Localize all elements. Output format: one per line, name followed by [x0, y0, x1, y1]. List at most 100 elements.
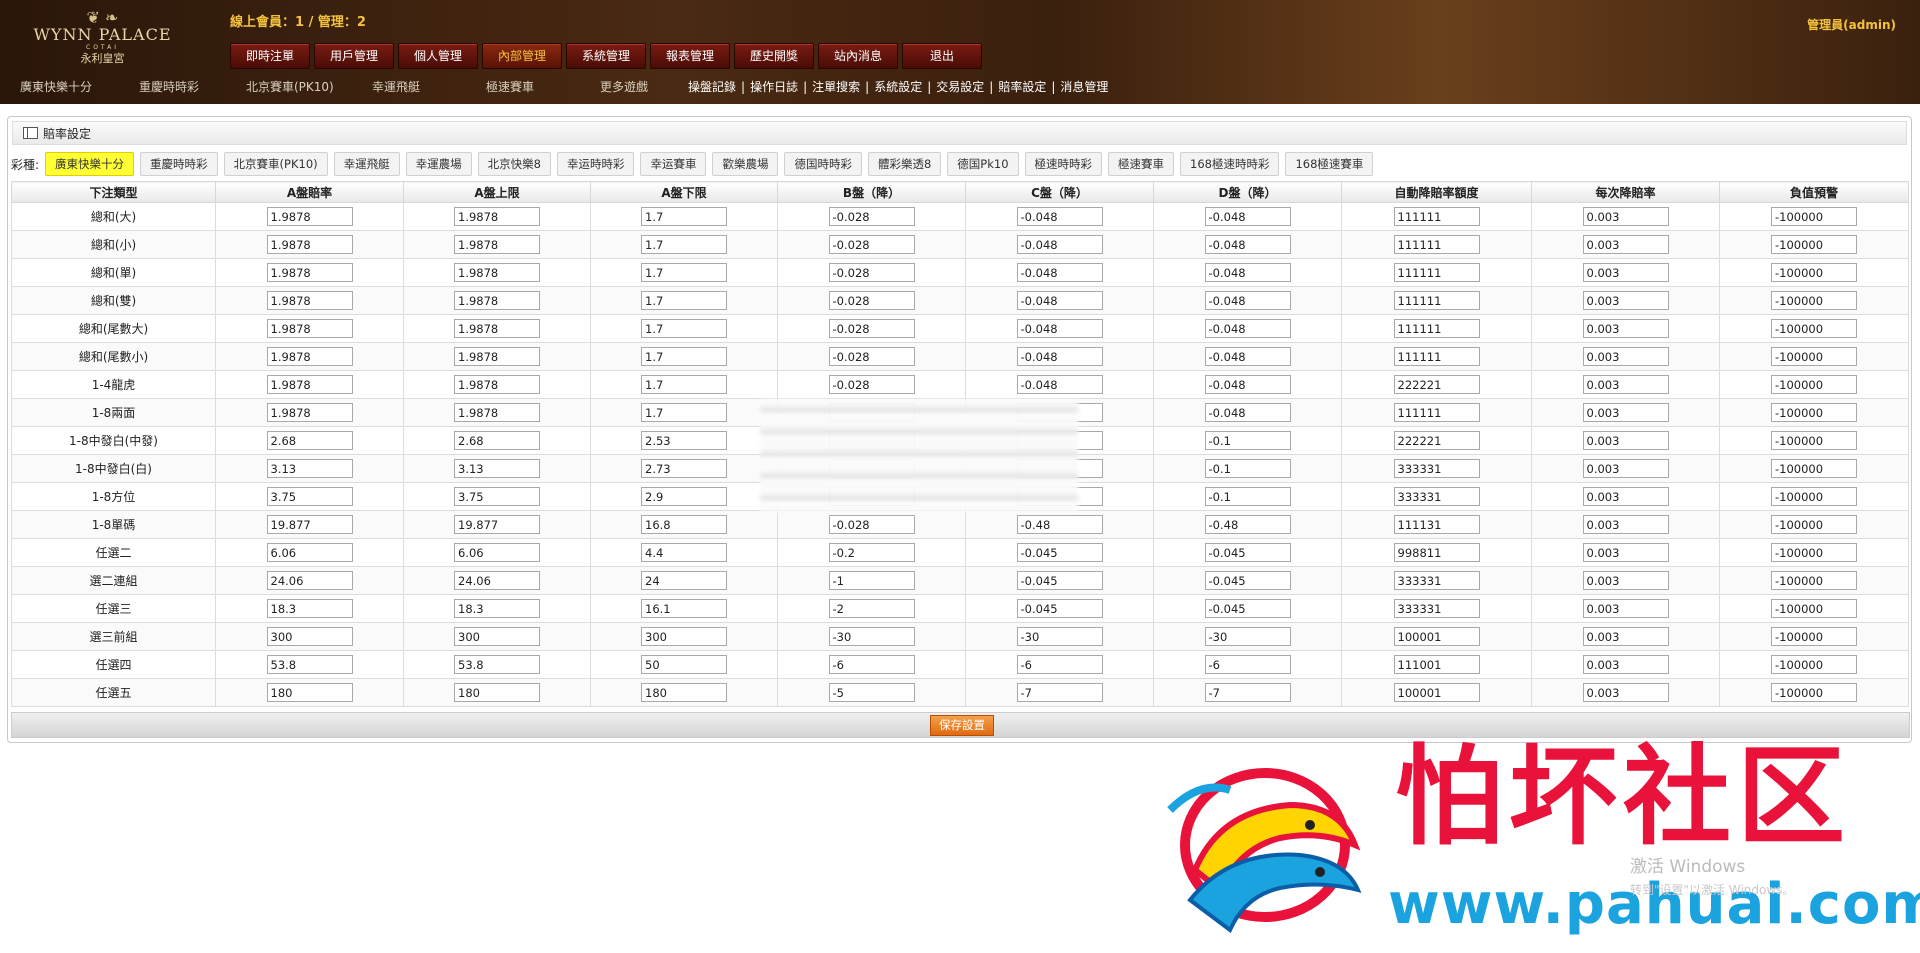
- odds-input[interactable]: [1204, 291, 1291, 310]
- odds-input[interactable]: [266, 543, 353, 562]
- odds-input[interactable]: [1204, 403, 1291, 422]
- odds-input[interactable]: [1204, 515, 1291, 534]
- odds-input[interactable]: [1582, 431, 1669, 450]
- odds-input[interactable]: [641, 459, 727, 478]
- nav-user-mgmt[interactable]: 用戶管理: [314, 43, 394, 69]
- game-link-gd-happy10[interactable]: 廣東快樂十分: [20, 78, 92, 95]
- odds-input[interactable]: [828, 655, 915, 674]
- odds-input[interactable]: [454, 515, 540, 534]
- odds-input[interactable]: [1016, 291, 1103, 310]
- odds-input[interactable]: [1771, 263, 1857, 282]
- odds-input[interactable]: [641, 431, 727, 450]
- lottery-tab[interactable]: 體彩樂透8: [867, 152, 942, 176]
- odds-input[interactable]: [1393, 571, 1480, 590]
- odds-input[interactable]: [1393, 291, 1480, 310]
- lottery-tab[interactable]: 幸運農場: [405, 152, 472, 176]
- game-link-speed-racing[interactable]: 極速賽車: [486, 78, 534, 95]
- odds-input[interactable]: [454, 543, 540, 562]
- lottery-tab[interactable]: 幸运賽車: [640, 152, 707, 176]
- odds-input[interactable]: [1582, 515, 1669, 534]
- odds-input[interactable]: [454, 347, 540, 366]
- odds-input[interactable]: [1582, 263, 1669, 282]
- lottery-tab[interactable]: 北京快樂8: [477, 152, 551, 176]
- odds-input[interactable]: [1582, 487, 1669, 506]
- odds-input[interactable]: [641, 291, 727, 310]
- odds-input[interactable]: [454, 207, 540, 226]
- odds-input[interactable]: [266, 235, 353, 254]
- link-odds-settings[interactable]: 賠率設定: [998, 80, 1046, 94]
- odds-input[interactable]: [266, 683, 353, 702]
- odds-input[interactable]: [266, 263, 353, 282]
- odds-input[interactable]: [1204, 571, 1291, 590]
- lottery-tab[interactable]: 重慶時時彩: [140, 152, 218, 176]
- odds-input[interactable]: [1204, 431, 1291, 450]
- lottery-tab[interactable]: 歡樂農場: [712, 152, 779, 176]
- odds-input[interactable]: [1582, 655, 1669, 674]
- odds-input[interactable]: [1393, 375, 1480, 394]
- nav-live-bets[interactable]: 即時注單: [230, 43, 310, 69]
- odds-input[interactable]: [1204, 319, 1291, 338]
- odds-input[interactable]: [1016, 375, 1103, 394]
- save-settings-button[interactable]: 保存設置: [930, 715, 994, 736]
- odds-input[interactable]: [1393, 487, 1480, 506]
- odds-input[interactable]: [1771, 683, 1857, 702]
- odds-input[interactable]: [1771, 487, 1857, 506]
- odds-input[interactable]: [641, 207, 727, 226]
- odds-input[interactable]: [266, 599, 353, 618]
- odds-input[interactable]: [828, 319, 915, 338]
- odds-input[interactable]: [1393, 207, 1480, 226]
- odds-input[interactable]: [1204, 543, 1291, 562]
- odds-input[interactable]: [1582, 347, 1669, 366]
- odds-input[interactable]: [828, 683, 915, 702]
- odds-input[interactable]: [1582, 571, 1669, 590]
- odds-input[interactable]: [1016, 263, 1103, 282]
- nav-site-messages[interactable]: 站內消息: [818, 43, 898, 69]
- odds-input[interactable]: [1393, 235, 1480, 254]
- odds-input[interactable]: [828, 263, 915, 282]
- odds-input[interactable]: [1204, 683, 1291, 702]
- odds-input[interactable]: [1016, 515, 1103, 534]
- odds-input[interactable]: [1771, 627, 1857, 646]
- odds-input[interactable]: [266, 403, 353, 422]
- link-operation-log[interactable]: 操作日誌: [750, 80, 798, 94]
- odds-input[interactable]: [1393, 459, 1480, 478]
- odds-input[interactable]: [1016, 655, 1103, 674]
- odds-input[interactable]: [266, 207, 353, 226]
- odds-input[interactable]: [1393, 627, 1480, 646]
- odds-input[interactable]: [828, 515, 915, 534]
- odds-input[interactable]: [828, 291, 915, 310]
- odds-input[interactable]: [1204, 347, 1291, 366]
- nav-internal-mgmt[interactable]: 內部管理: [482, 43, 562, 69]
- odds-input[interactable]: [266, 515, 353, 534]
- odds-input[interactable]: [454, 683, 540, 702]
- odds-input[interactable]: [1771, 599, 1857, 618]
- odds-input[interactable]: [1771, 655, 1857, 674]
- odds-input[interactable]: [641, 515, 727, 534]
- odds-input[interactable]: [1204, 207, 1291, 226]
- odds-input[interactable]: [454, 655, 540, 674]
- odds-input[interactable]: [641, 375, 727, 394]
- link-system-settings[interactable]: 系統設定: [874, 80, 922, 94]
- game-link-lucky-airship[interactable]: 幸運飛艇: [372, 78, 420, 95]
- odds-input[interactable]: [1204, 235, 1291, 254]
- odds-input[interactable]: [828, 207, 915, 226]
- odds-input[interactable]: [1771, 403, 1857, 422]
- odds-input[interactable]: [1582, 627, 1669, 646]
- odds-input[interactable]: [828, 375, 915, 394]
- odds-input[interactable]: [1771, 291, 1857, 310]
- wynn-palace-logo[interactable]: ❦ ❧ WYNN PALACE COTAI 永利皇宮: [30, 10, 175, 70]
- lottery-tab[interactable]: 德国時時彩: [784, 152, 862, 176]
- odds-input[interactable]: [1016, 347, 1103, 366]
- odds-input[interactable]: [1582, 319, 1669, 338]
- odds-input[interactable]: [828, 543, 915, 562]
- lottery-tab[interactable]: 德国Pk10: [947, 152, 1019, 176]
- nav-personal-mgmt[interactable]: 個人管理: [398, 43, 478, 69]
- odds-input[interactable]: [641, 655, 727, 674]
- odds-input[interactable]: [1393, 543, 1480, 562]
- odds-input[interactable]: [1582, 543, 1669, 562]
- odds-input[interactable]: [1771, 431, 1857, 450]
- odds-input[interactable]: [266, 375, 353, 394]
- odds-input[interactable]: [1582, 403, 1669, 422]
- odds-input[interactable]: [1393, 599, 1480, 618]
- odds-input[interactable]: [1393, 319, 1480, 338]
